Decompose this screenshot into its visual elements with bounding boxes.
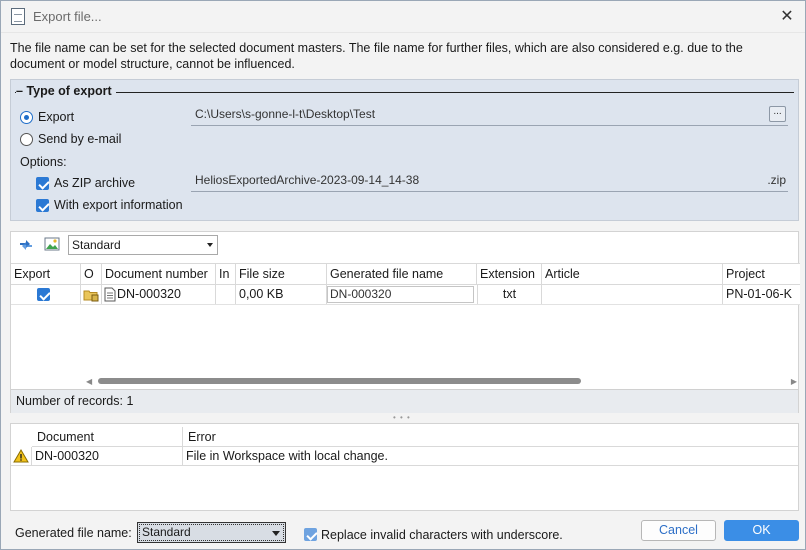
col-export[interactable]: Export [11, 264, 81, 284]
replace-invalid-chars-checkbox[interactable] [304, 528, 317, 541]
row-in-cell [216, 285, 236, 304]
chevron-down-icon [207, 243, 213, 247]
export-file-dialog: Export file... ✕ The file name can be se… [0, 0, 806, 550]
generated-file-name-input[interactable]: DN-000320 [327, 286, 474, 303]
row-article [542, 285, 723, 304]
row-extension: txt [477, 285, 542, 304]
col-extension[interactable]: Extension [477, 264, 542, 284]
archive-name-field[interactable]: HeliosExportedArchive-2023-09-14_14-38 .… [191, 170, 788, 192]
generated-file-name-value: Standard [142, 525, 191, 539]
group-divider [15, 92, 794, 93]
archive-extension: .zip [767, 173, 786, 187]
panel-splitter[interactable]: • • • [393, 413, 411, 422]
row-export-cell[interactable] [11, 285, 81, 304]
text-document-icon [104, 287, 116, 302]
document-icon [11, 8, 25, 25]
row-project: PN-01-06-K [726, 287, 792, 301]
error-document: DN-000320 [32, 447, 183, 466]
warning-icon [13, 449, 29, 463]
documents-panel: Standard Export O Document number In Fil… [10, 231, 800, 413]
col-document-number[interactable]: Document number [102, 264, 216, 284]
intro-text: The file name can be set for the selecte… [10, 41, 743, 71]
close-icon[interactable]: ✕ [777, 7, 797, 27]
image-preview-icon[interactable] [44, 236, 60, 252]
archive-name-value[interactable]: HeliosExportedArchive-2023-09-14_14-38 [195, 173, 419, 187]
row-document-number-cell: DN-000320 [102, 285, 216, 304]
col-o[interactable]: O [81, 264, 102, 284]
table-row[interactable]: DN-000320 0,00 KB DN-000320 txt PN-01-06… [11, 285, 800, 305]
export-radio[interactable] [20, 111, 33, 124]
browse-button[interactable]: ... [769, 106, 786, 122]
records-count: Number of records: 1 [11, 389, 798, 413]
row-o-cell [81, 285, 102, 304]
row-document-number: DN-000320 [117, 287, 181, 301]
col-generated-file-name[interactable]: Generated file name [327, 264, 477, 284]
row-file-size: 0,00 KB [236, 285, 327, 304]
export-information-label[interactable]: With export information [54, 198, 183, 212]
send-by-email-label[interactable]: Send by e-mail [38, 132, 121, 146]
col-file-size[interactable]: File size [236, 264, 327, 284]
col-error[interactable]: Error [183, 427, 798, 447]
export-radio-label[interactable]: Export [38, 110, 74, 124]
chevron-down-icon [272, 531, 280, 536]
errors-panel: Document Error DN-000320 File in Workspa… [10, 423, 799, 511]
col-article[interactable]: Article [542, 264, 723, 284]
generated-file-name-label: Generated file name: [15, 526, 132, 540]
window-title: Export file... [33, 9, 102, 24]
scroll-left-icon[interactable]: ◀ [86, 377, 92, 386]
scroll-right-icon[interactable]: ▶ [791, 377, 797, 386]
warning-cell [11, 447, 32, 466]
title-bar: Export file... ✕ [1, 1, 805, 33]
group-legend-text: Type of export [26, 84, 112, 98]
col-document[interactable]: Document [32, 427, 183, 447]
send-by-email-radio[interactable] [20, 133, 33, 146]
horizontal-scrollbar[interactable]: ◀ ▶ [84, 375, 799, 387]
export-information-checkbox[interactable] [36, 199, 49, 212]
replace-invalid-chars-label[interactable]: Replace invalid characters with undersco… [321, 528, 563, 542]
zip-archive-checkbox[interactable] [36, 177, 49, 190]
generated-file-name-combo[interactable]: Standard [137, 522, 286, 543]
error-message: File in Workspace with local change. [183, 447, 798, 466]
col-project[interactable]: Project [723, 264, 800, 284]
refresh-arrows-icon[interactable] [18, 237, 34, 253]
view-combo-value: Standard [72, 238, 121, 252]
zip-archive-label[interactable]: As ZIP archive [54, 176, 135, 190]
view-combo[interactable]: Standard [68, 235, 218, 255]
row-export-checkbox[interactable] [37, 288, 50, 301]
col-in[interactable]: In [216, 264, 236, 284]
export-path-field[interactable]: C:\Users\s-gonne-l-t\Desktop\Test [191, 104, 788, 126]
documents-grid-header: Export O Document number In File size Ge… [11, 263, 800, 285]
ok-button[interactable]: OK [724, 520, 799, 541]
folder-lock-icon [83, 290, 99, 302]
scrollbar-thumb[interactable] [98, 378, 581, 384]
type-of-export-group: – Type of export Export Send by e-mail O… [10, 79, 799, 221]
options-label: Options: [20, 155, 67, 169]
group-legend: – Type of export [16, 84, 116, 98]
cancel-button[interactable]: Cancel [641, 520, 716, 541]
